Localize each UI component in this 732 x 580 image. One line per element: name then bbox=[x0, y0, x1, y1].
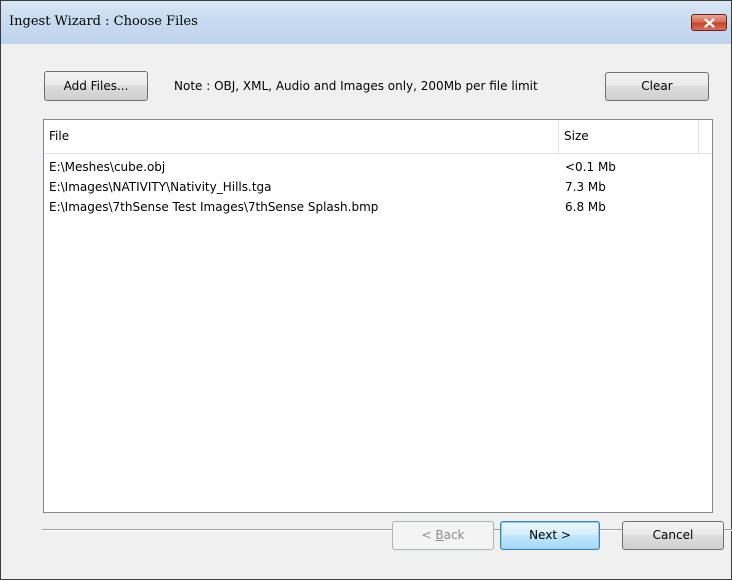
file-path-cell: E:\Images\NATIVITY\Nativity_Hills.tga bbox=[49, 180, 272, 194]
close-button[interactable] bbox=[691, 14, 727, 31]
add-files-button[interactable]: Add Files... bbox=[44, 71, 148, 101]
clear-button[interactable]: Clear bbox=[605, 72, 709, 101]
close-icon bbox=[704, 18, 715, 28]
column-header-size[interactable]: Size bbox=[559, 120, 699, 153]
file-size-cell: <0.1 Mb bbox=[565, 160, 616, 174]
window-title: Ingest Wizard : Choose Files bbox=[9, 14, 198, 29]
back-button-prefix: < bbox=[421, 528, 436, 542]
ingest-wizard-window: Ingest Wizard : Choose Files Add Files..… bbox=[0, 0, 732, 580]
table-row[interactable]: E:\Images\NATIVITY\Nativity_Hills.tga 7.… bbox=[44, 178, 712, 196]
column-header-file[interactable]: File bbox=[44, 120, 559, 153]
file-list-header: File Size bbox=[44, 120, 712, 154]
title-bar: Ingest Wizard : Choose Files bbox=[1, 1, 731, 44]
next-button[interactable]: Next > bbox=[500, 521, 600, 550]
table-row[interactable]: E:\Images\7thSense Test Images\7thSense … bbox=[44, 198, 712, 216]
back-button[interactable]: < Back bbox=[392, 521, 494, 550]
file-list[interactable]: File Size E:\Meshes\cube.obj <0.1 Mb E:\… bbox=[43, 119, 713, 513]
file-size-cell: 7.3 Mb bbox=[565, 180, 606, 194]
file-path-cell: E:\Images\7thSense Test Images\7thSense … bbox=[49, 200, 379, 214]
file-type-note: Note : OBJ, XML, Audio and Images only, … bbox=[174, 79, 538, 93]
back-button-rest: ack bbox=[443, 528, 465, 542]
table-row[interactable]: E:\Meshes\cube.obj <0.1 Mb bbox=[44, 158, 712, 176]
dialog-content: Add Files... Note : OBJ, XML, Audio and … bbox=[2, 44, 732, 579]
cancel-button[interactable]: Cancel bbox=[622, 521, 724, 550]
file-size-cell: 6.8 Mb bbox=[565, 200, 606, 214]
back-button-accel: B bbox=[435, 528, 444, 542]
file-path-cell: E:\Meshes\cube.obj bbox=[49, 160, 166, 174]
